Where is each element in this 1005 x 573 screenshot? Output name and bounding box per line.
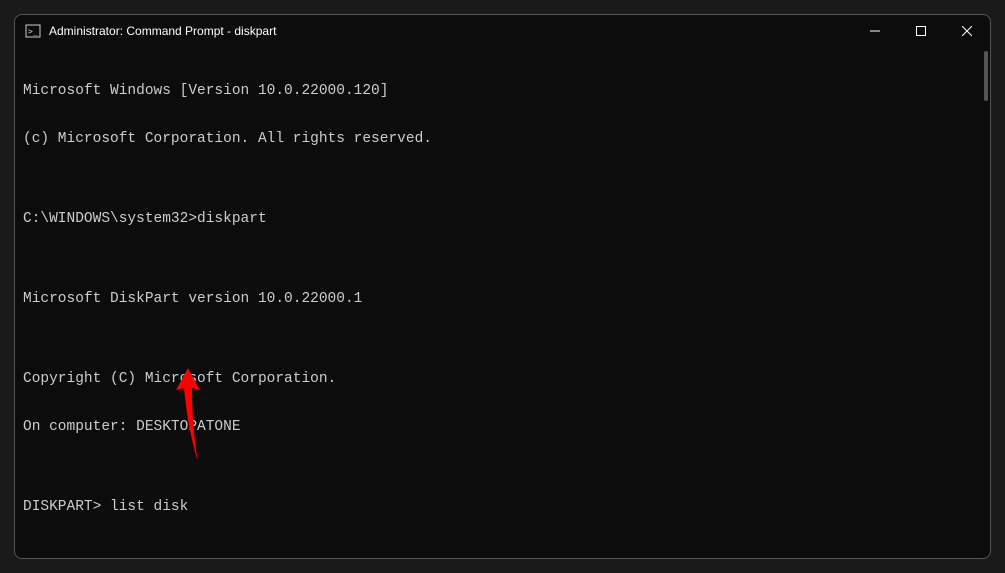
scrollbar-thumb[interactable] xyxy=(984,51,988,101)
cmd-icon: >_ xyxy=(25,23,41,39)
terminal-line: Copyright (C) Microsoft Corporation. xyxy=(23,371,982,387)
window-controls xyxy=(852,15,990,47)
terminal-line: C:\WINDOWS\system32>diskpart xyxy=(23,211,982,227)
terminal-line: DISKPART> list disk xyxy=(23,499,982,515)
maximize-button[interactable] xyxy=(898,15,944,47)
window-title: Administrator: Command Prompt - diskpart xyxy=(49,24,852,38)
terminal-line: On computer: DESKTOPATONE xyxy=(23,419,982,435)
terminal-line: (c) Microsoft Corporation. All rights re… xyxy=(23,131,982,147)
minimize-button[interactable] xyxy=(852,15,898,47)
svg-text:>_: >_ xyxy=(28,27,38,36)
close-button[interactable] xyxy=(944,15,990,47)
titlebar[interactable]: >_ Administrator: Command Prompt - diskp… xyxy=(15,15,990,47)
terminal-line: Microsoft Windows [Version 10.0.22000.12… xyxy=(23,83,982,99)
terminal-output[interactable]: Microsoft Windows [Version 10.0.22000.12… xyxy=(15,47,990,558)
command-prompt-window: >_ Administrator: Command Prompt - diskp… xyxy=(14,14,991,559)
terminal-line: Microsoft DiskPart version 10.0.22000.1 xyxy=(23,291,982,307)
